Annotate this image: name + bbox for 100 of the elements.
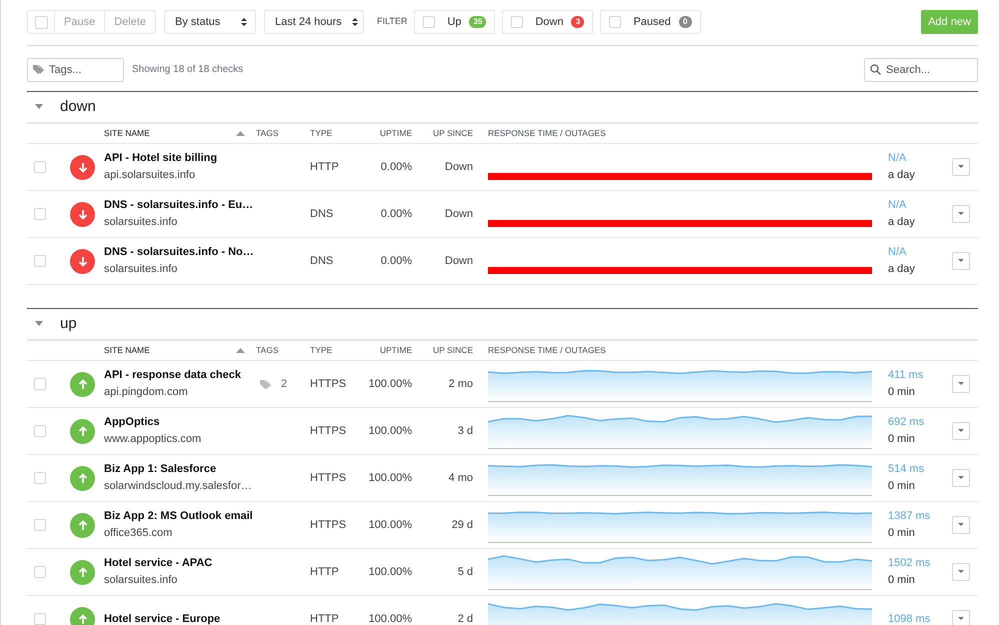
up-since-value: 4 mo [448, 472, 473, 484]
up-since-value: 5 d [458, 566, 473, 578]
column-header[interactable]: TAGS [256, 128, 279, 138]
row-menu-button[interactable] [952, 375, 970, 393]
column-header[interactable]: UP SINCE [433, 128, 473, 138]
caret-icon [958, 617, 964, 621]
group-toggle[interactable]: down [27, 92, 96, 122]
site-name[interactable]: DNS - solarsuites.info - Eu… [104, 199, 254, 212]
row-menu-button[interactable] [952, 422, 970, 440]
outage-duration: 0 min [888, 480, 916, 493]
check-type: HTTPS [310, 378, 346, 390]
row-menu-button[interactable] [952, 563, 970, 581]
checkbox[interactable] [34, 255, 46, 267]
checkbox[interactable] [34, 613, 46, 625]
caret-icon [958, 476, 964, 480]
site-name[interactable]: API - Hotel site billing [104, 152, 254, 165]
uptime-value: 100.00% [368, 378, 412, 390]
outage-duration: a day [888, 216, 916, 229]
check-type: HTTPS [310, 472, 346, 484]
outage-duration: 0 min [888, 433, 916, 446]
caret-icon [958, 165, 964, 169]
site-url: api.pingdom.com [104, 386, 189, 399]
outage-duration: a day [888, 169, 916, 182]
sort-ascending-icon [236, 348, 245, 353]
filter-toggle[interactable]: Paused 0 [600, 10, 701, 34]
checkbox[interactable] [34, 208, 46, 220]
check-type: DNS [310, 208, 334, 220]
tag-icon [260, 378, 274, 390]
column-header[interactable]: RESPONSE TIME / OUTAGES [488, 128, 606, 138]
column-header[interactable]: TYPE [310, 345, 332, 356]
uptime-value: 100.00% [368, 612, 412, 625]
site-url: solarsuites.info [104, 574, 178, 587]
caret-icon [958, 212, 964, 216]
column-header[interactable]: TYPE [310, 128, 332, 138]
row-menu-button[interactable] [952, 158, 970, 176]
checkbox[interactable] [34, 161, 46, 173]
caret-icon [35, 321, 43, 327]
site-name[interactable]: Biz App 1: Salesforce [104, 463, 254, 476]
count-badge: 3 [571, 16, 584, 28]
column-header[interactable]: UP SINCE [433, 345, 473, 356]
sort-ascending-icon [236, 131, 245, 136]
search-field[interactable]: Search... [864, 58, 978, 82]
row-menu-button[interactable] [952, 516, 970, 534]
up-since-value: 3 d [458, 424, 473, 437]
uptime-value: 100.00% [368, 472, 412, 484]
group-toggle[interactable]: up [27, 309, 77, 339]
row-menu-button[interactable] [952, 252, 970, 270]
check-type: HTTPS [310, 424, 346, 437]
site-name[interactable]: Biz App 2: MS Outlook email [104, 510, 254, 523]
check-type: DNS [310, 254, 334, 267]
up-since-value: 29 d [452, 518, 473, 531]
site-url: solarwindscloud.my.salesfor… [104, 480, 253, 493]
outage-duration: 0 min [888, 527, 916, 540]
site-name[interactable]: Hotel service - Europe [104, 612, 254, 625]
checkbox[interactable] [34, 378, 46, 390]
checkbox[interactable] [34, 425, 46, 437]
caret-icon [958, 570, 964, 574]
row-menu-button[interactable] [952, 469, 970, 487]
row-menu-button[interactable] [952, 205, 970, 223]
dropdown[interactable]: Last 24 hours [264, 10, 364, 34]
dropdown[interactable]: By status [164, 10, 256, 34]
tags-field[interactable]: Tags... [27, 58, 124, 82]
site-name[interactable]: Hotel service - APAC [104, 557, 254, 570]
caret-icon [958, 523, 964, 527]
outage-duration: 0 min [888, 574, 916, 587]
outage-duration: 0 min [888, 386, 916, 399]
checkbox[interactable] [34, 566, 46, 578]
site-name[interactable]: AppOptics [104, 416, 254, 429]
up-since-value: Down [444, 160, 473, 173]
row-menu-button[interactable] [952, 610, 970, 625]
caret-icon [958, 429, 964, 433]
sort-arrows-icon [241, 17, 247, 27]
count-badge: 0 [678, 16, 692, 28]
column-header[interactable]: RESPONSE TIME / OUTAGES [488, 345, 606, 356]
column-header[interactable]: TAGS [256, 345, 279, 356]
up-since-value: 2 mo [448, 378, 473, 390]
site-url: www.appoptics.com [104, 433, 202, 446]
tag-icon [33, 64, 45, 74]
check-type: HTTP [310, 160, 339, 173]
caret-icon [35, 104, 43, 110]
column-header[interactable]: UPTIME [380, 128, 412, 138]
checkbox[interactable] [34, 519, 46, 531]
site-name[interactable]: DNS - solarsuites.info - No… [104, 246, 254, 259]
up-since-value: Down [444, 254, 473, 267]
caret-icon [958, 382, 964, 386]
checkbox[interactable] [34, 472, 46, 484]
check-type: HTTP [310, 612, 339, 625]
tag-count: 2 [281, 376, 288, 392]
filter-label: FILTER [377, 15, 408, 28]
site-name[interactable]: API - response data check [104, 369, 254, 382]
uptime-value: 100.00% [368, 424, 412, 437]
search-icon [870, 64, 881, 74]
column-header[interactable]: SITE NAME [104, 127, 150, 140]
uptime-value: 100.00% [368, 518, 412, 531]
check-type: HTTP [310, 566, 339, 578]
filter-toggle[interactable]: Down 3 [502, 10, 594, 34]
column-header[interactable]: SITE NAME [104, 344, 150, 357]
column-header[interactable]: UPTIME [380, 345, 412, 356]
uptime-value: 0.00% [380, 254, 412, 267]
filter-toggle[interactable]: Up 35 [414, 10, 496, 34]
